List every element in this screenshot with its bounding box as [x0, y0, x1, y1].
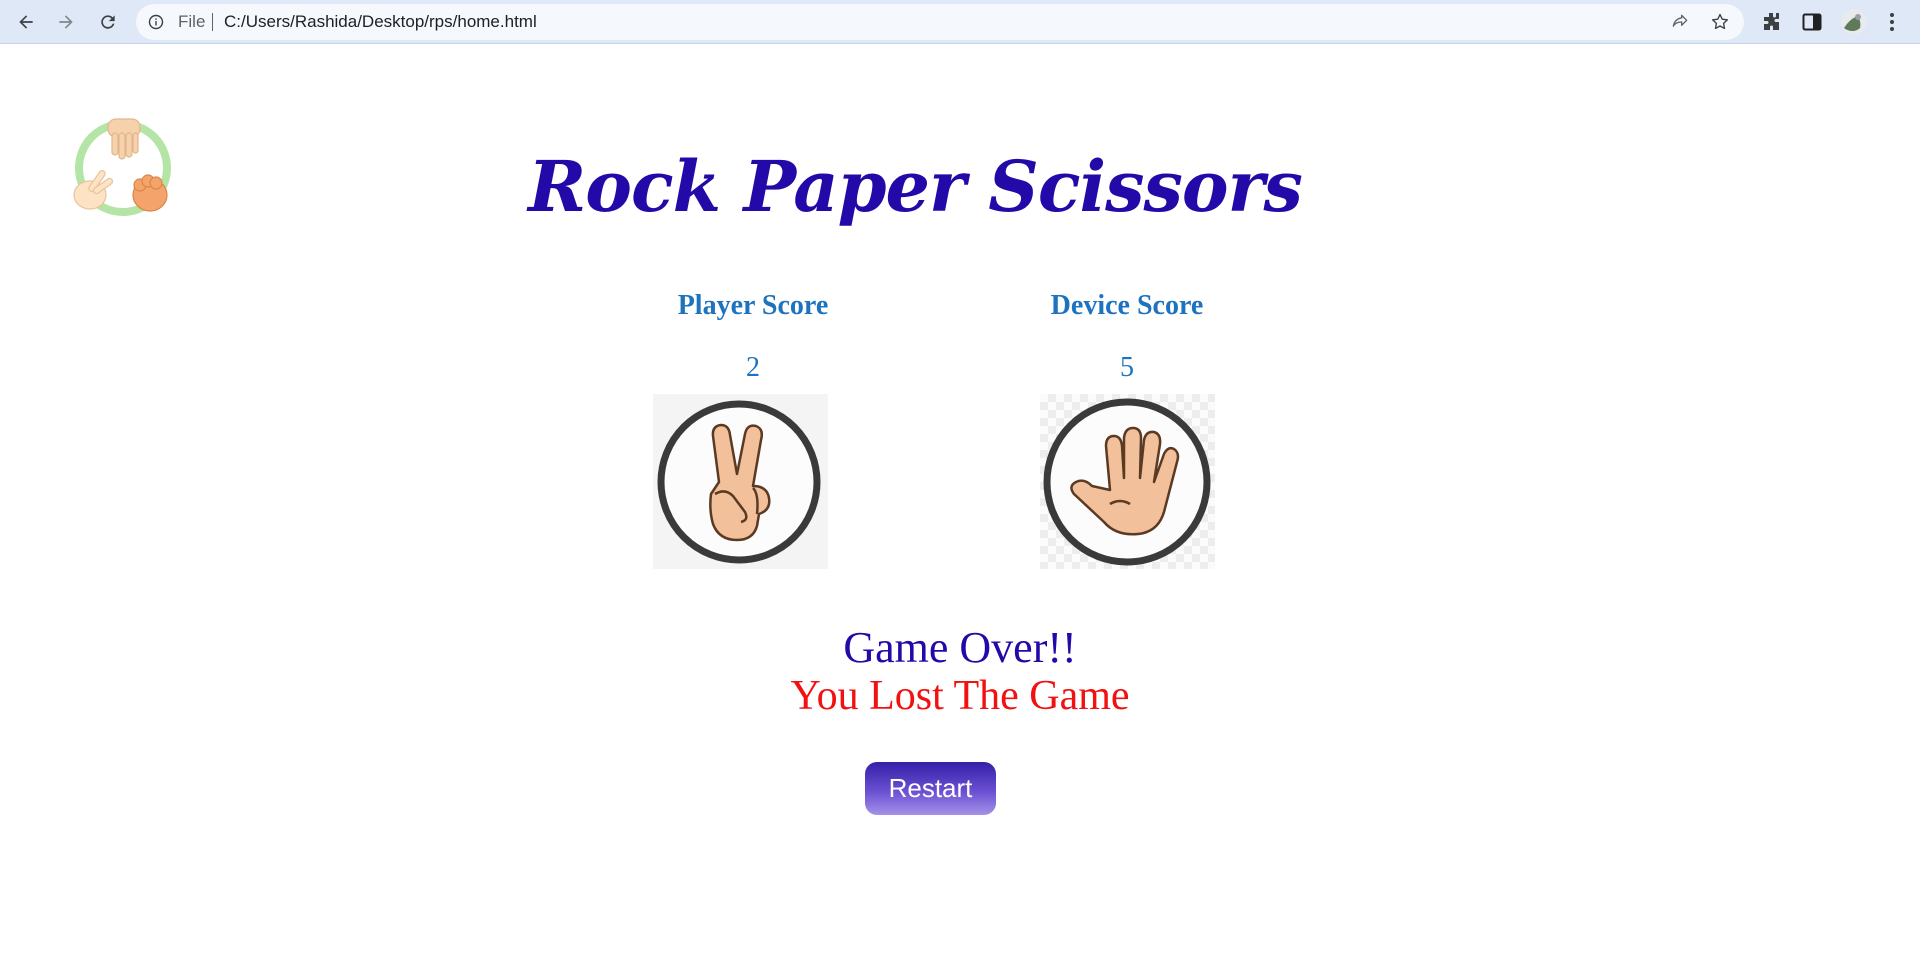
url-separator [212, 13, 213, 31]
extensions-puzzle-icon[interactable] [1760, 10, 1784, 34]
scissors-hand-icon [657, 400, 821, 564]
bookmark-star-icon[interactable] [1710, 12, 1730, 32]
game-status-text: Game Over!! [843, 623, 1077, 672]
device-score-label: Device Score [1050, 290, 1204, 321]
device-score-value: 5 [1120, 352, 1134, 383]
player-score-label: Player Score [677, 290, 829, 321]
info-icon[interactable] [148, 14, 164, 30]
more-options-icon[interactable] [1880, 10, 1904, 34]
browser-toolbar: File C:/Users/Rashida/Desktop/rps/home.h… [0, 0, 1920, 44]
player-choice-image [653, 394, 828, 569]
url-scheme-label: File [178, 12, 206, 31]
forward-button[interactable] [50, 6, 82, 38]
back-arrow-icon [19, 15, 33, 29]
page-title: Rock Paper Scissors [528, 145, 1303, 228]
game-result-text: You Lost The Game [790, 673, 1130, 719]
back-button[interactable] [10, 6, 42, 38]
forward-arrow-icon [59, 15, 73, 29]
device-score-panel: Device Score 5 [1007, 290, 1247, 384]
address-bar[interactable]: File C:/Users/Rashida/Desktop/rps/home.h… [136, 4, 1744, 40]
side-panel-icon[interactable] [1800, 10, 1824, 34]
share-icon[interactable] [1670, 12, 1690, 32]
profile-avatar-icon[interactable] [1840, 8, 1868, 36]
restart-button[interactable]: Restart [865, 762, 996, 815]
player-score-value: 2 [746, 352, 760, 383]
device-choice-image [1040, 394, 1215, 569]
url-text[interactable]: C:/Users/Rashida/Desktop/rps/home.html [224, 12, 537, 32]
paper-hand-icon [1043, 398, 1211, 566]
reload-button[interactable] [92, 6, 124, 38]
player-score-panel: Player Score 2 [633, 290, 873, 384]
reload-icon [101, 15, 115, 29]
